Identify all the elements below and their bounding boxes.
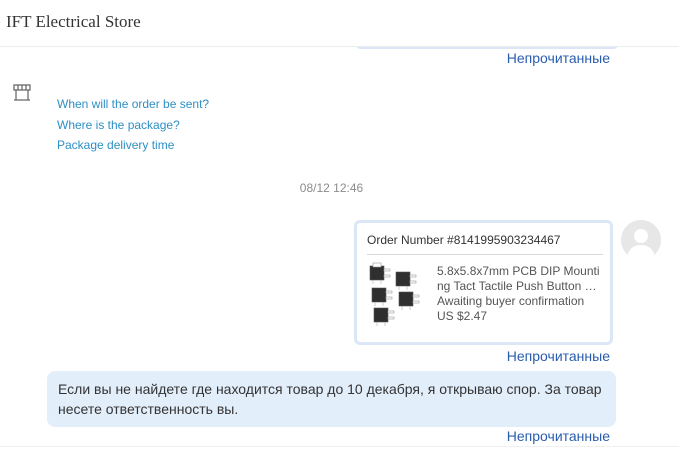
product-info: 5.8x5.8x7mm PCB DIP Mounting Tact Tactil… (437, 264, 603, 324)
order-status: Awaiting buyer confirmation (437, 294, 585, 308)
seller-message: Если вы не найдете где находится товар д… (47, 371, 616, 427)
order-number[interactable]: Order Number #8141995903234467 (367, 233, 560, 247)
unread-status-message: Непрочитанные (506, 428, 610, 444)
unread-status: Непрочитанные (506, 50, 610, 66)
order-divider (367, 254, 603, 255)
quick-question-order-sent[interactable]: When will the order be sent? (57, 97, 209, 111)
input-divider (0, 446, 679, 447)
chat-window: IFT Electrical Store Непрочитанные When … (0, 0, 679, 451)
order-card[interactable]: Order Number #8141995903234467 5.8x5.8x7… (354, 220, 613, 345)
unread-status-order: Непрочитанные (506, 348, 610, 364)
product-title[interactable]: 5.8x5.8x7mm PCB DIP Mounting Tact Tactil… (437, 264, 603, 294)
quick-question-delivery-time[interactable]: Package delivery time (57, 138, 174, 152)
store-icon (13, 84, 31, 101)
store-name[interactable]: IFT Electrical Store (6, 12, 141, 32)
tact-switch-thumbnail[interactable] (366, 262, 428, 328)
user-avatar-icon (621, 220, 661, 260)
chat-header: IFT Electrical Store (0, 0, 679, 47)
message-timestamp: 08/12 12:46 (299, 181, 364, 195)
quick-question-package-location[interactable]: Where is the package? (57, 118, 180, 132)
order-price: US $2.47 (437, 309, 488, 323)
